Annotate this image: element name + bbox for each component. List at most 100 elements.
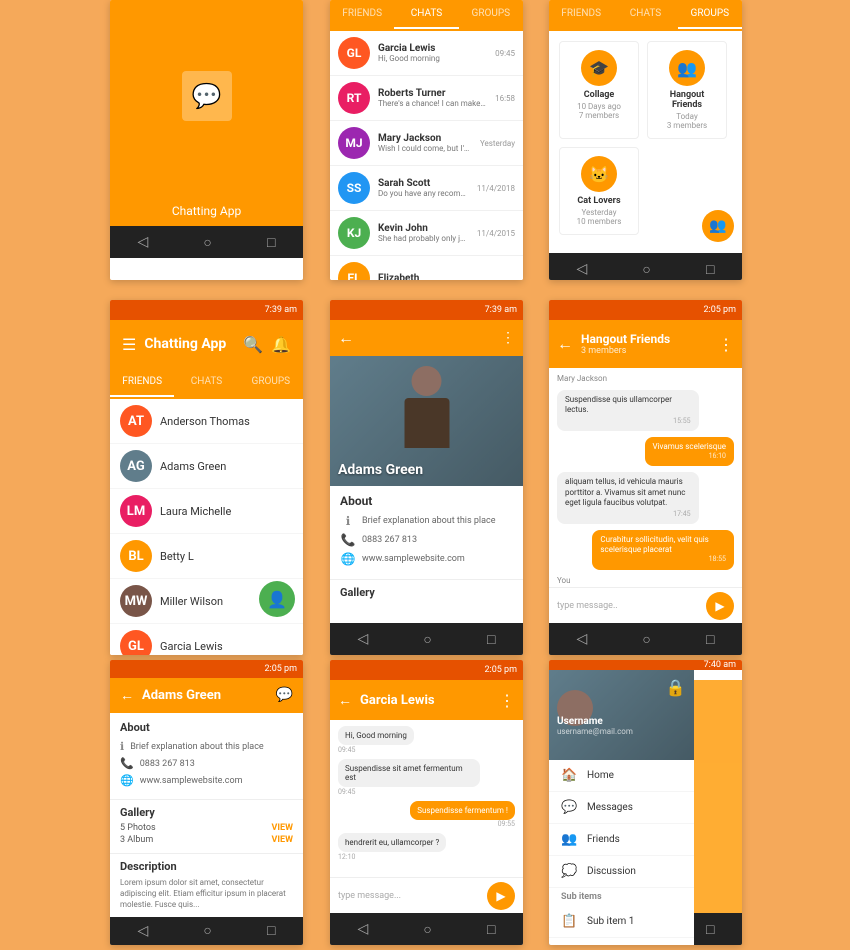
home-icon[interactable]: ○: [203, 234, 211, 251]
home-icon[interactable]: ○: [642, 631, 650, 648]
chat-time: Yesterday: [480, 139, 515, 148]
list-item[interactable]: EL Elizabeth: [330, 256, 523, 280]
recents-icon[interactable]: □: [487, 631, 495, 648]
tab-chats[interactable]: CHATS: [174, 368, 238, 397]
avatar: GL: [120, 630, 152, 655]
message-text: Suspendisse quis ullamcorper lectus.: [565, 395, 672, 414]
group-card-hangout[interactable]: 👥 Hangout Friends Today 3 members: [647, 41, 727, 139]
drawer-menu-item-sub1[interactable]: 📋 Sub item 1: [549, 906, 694, 938]
chat-icon[interactable]: 💬: [276, 687, 293, 703]
tab-friends[interactable]: FRIENDS: [330, 0, 394, 29]
group-card-collage[interactable]: 🎓 Collage 10 Days ago 7 members: [559, 41, 639, 139]
list-item[interactable]: BL Betty L: [110, 534, 303, 579]
message-input[interactable]: type message..: [557, 601, 700, 611]
about-website: www.samplewebsite.com: [362, 554, 465, 564]
home-icon[interactable]: ○: [203, 922, 211, 939]
list-item[interactable]: AT Anderson Thomas: [110, 399, 303, 444]
view-albums-button[interactable]: VIEW: [272, 835, 293, 845]
menu-icon[interactable]: ☰: [122, 335, 136, 354]
avatar: KJ: [338, 217, 370, 249]
message-sender-label: Mary Jackson: [557, 374, 734, 383]
about-brief: Brief explanation about this place: [130, 742, 264, 752]
drawer-menu-item-home[interactable]: 🏠 Home: [549, 760, 694, 792]
drawer-menu-item-discussion[interactable]: 💭 Discussion: [549, 856, 694, 888]
add-friend-fab[interactable]: 👤: [259, 581, 295, 617]
about-website: www.samplewebsite.com: [140, 776, 243, 786]
group-card-cats[interactable]: 🐱 Cat Lovers Yesterday 10 members: [559, 147, 639, 235]
back-icon[interactable]: ◁: [138, 923, 149, 939]
list-item[interactable]: GL Garcia Lewis Hi, Good morning 09:45: [330, 31, 523, 76]
back-icon[interactable]: ◁: [577, 631, 588, 647]
phone-chats: FRIENDS CHATS GROUPS GL Garcia Lewis Hi,…: [330, 0, 523, 280]
back-icon[interactable]: ◁: [358, 921, 369, 937]
notification-icon[interactable]: 🔔: [271, 335, 291, 354]
drawer-menu-item-sub2[interactable]: 📋 Sub item 2: [549, 938, 694, 945]
chat-info: Elizabeth: [378, 273, 515, 281]
message-bubble: aliquam tellus, id vehicula mauris portt…: [557, 472, 699, 523]
tab-groups[interactable]: GROUPS: [239, 368, 303, 397]
search-icon[interactable]: 🔍: [243, 335, 263, 354]
gallery-title: Gallery: [330, 579, 523, 605]
avatar: MW: [120, 585, 152, 617]
list-item[interactable]: SS Sarah Scott Do you have any recommend…: [330, 166, 523, 211]
more-icon[interactable]: ⋮: [718, 335, 734, 354]
back-icon[interactable]: ←: [120, 687, 134, 704]
more-icon[interactable]: ⋮: [501, 330, 515, 346]
chat-name: Sarah Scott: [378, 178, 469, 189]
friend-name: Betty L: [160, 550, 194, 563]
tab-friends[interactable]: FRIENDS: [110, 368, 174, 397]
recents-icon[interactable]: □: [706, 921, 714, 938]
add-group-fab[interactable]: 👥: [702, 210, 734, 242]
list-item[interactable]: LM Laura Michelle: [110, 489, 303, 534]
tab-groups[interactable]: GROUPS: [459, 0, 523, 29]
back-icon[interactable]: ←: [338, 328, 354, 348]
app-title: Chatting App: [144, 336, 243, 352]
description-text: Lorem ipsum dolor sit amet, consectetur …: [120, 877, 293, 911]
recents-icon[interactable]: □: [706, 261, 714, 278]
recents-icon[interactable]: □: [706, 631, 714, 648]
list-item[interactable]: KJ Kevin John She had probably only just…: [330, 211, 523, 256]
more-icon[interactable]: ⋮: [499, 691, 515, 710]
recents-icon[interactable]: □: [267, 234, 275, 251]
list-item[interactable]: RT Roberts Turner There's a chance! I ca…: [330, 76, 523, 121]
send-button[interactable]: ▶: [706, 592, 734, 620]
back-icon[interactable]: ◁: [577, 261, 588, 277]
back-icon[interactable]: ◁: [358, 631, 369, 647]
message-text: Curabitur sollicitudin, velit quis scele…: [600, 535, 708, 554]
username-label: Username: [557, 716, 633, 727]
avatar: EL: [338, 262, 370, 280]
home-icon[interactable]: ○: [642, 261, 650, 278]
home-icon[interactable]: ○: [423, 631, 431, 648]
list-item[interactable]: AG Adams Green: [110, 444, 303, 489]
tab-groups[interactable]: GROUPS: [678, 0, 742, 29]
view-photos-button[interactable]: VIEW: [272, 823, 293, 833]
back-icon[interactable]: ←: [338, 692, 352, 709]
back-icon[interactable]: ←: [557, 334, 573, 354]
chat-preview: Wish I could come, but I'm out of town t…: [378, 144, 472, 153]
member-count: 3 members: [581, 346, 710, 356]
chat-time: 11/4/2018: [477, 184, 515, 193]
tab-chats[interactable]: CHATS: [613, 0, 677, 29]
recents-icon[interactable]: □: [267, 922, 275, 939]
status-time: 7:39 am: [265, 305, 297, 315]
send-button[interactable]: ▶: [487, 882, 515, 910]
drawer-menu-item-friends[interactable]: 👥 Friends: [549, 824, 694, 856]
body-shape: [404, 398, 449, 448]
recents-icon[interactable]: □: [487, 921, 495, 938]
list-item[interactable]: GL Garcia Lewis: [110, 624, 303, 655]
list-item[interactable]: MJ Mary Jackson Wish I could come, but I…: [330, 121, 523, 166]
tab-friends[interactable]: FRIENDS: [549, 0, 613, 29]
message-row: hendrerit eu, ullamcorper ? 12:10: [338, 833, 515, 861]
back-icon[interactable]: ◁: [138, 234, 149, 250]
chat-name: Garcia Lewis: [378, 43, 487, 54]
group-chat-header: ← Hangout Friends 3 members ⋮: [549, 320, 742, 368]
drawer-user-info: Username username@mail.com: [557, 716, 633, 736]
message-input[interactable]: type message...: [338, 891, 481, 901]
home-icon[interactable]: ○: [423, 921, 431, 938]
message-time: 09:45: [338, 788, 515, 796]
menu-label: Friends: [587, 834, 682, 845]
avatar: LM: [120, 495, 152, 527]
message-text: aliquam tellus, id vehicula mauris portt…: [565, 477, 685, 507]
drawer-menu-item-messages[interactable]: 💬 Messages: [549, 792, 694, 824]
tab-chats[interactable]: CHATS: [394, 0, 458, 29]
